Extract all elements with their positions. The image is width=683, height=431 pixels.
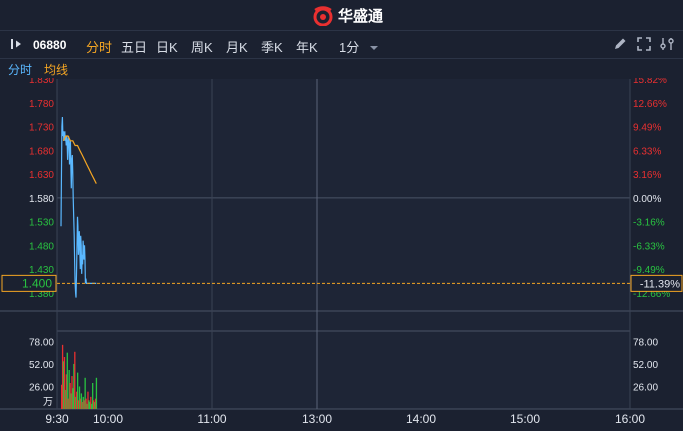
volume-tick-label: 78.00: [29, 337, 54, 348]
time-tick-label: 13:00: [302, 412, 332, 426]
brand-logo-icon: [313, 5, 333, 26]
percent-tick-label: 12.66%: [633, 99, 667, 110]
time-tick-label: 10:00: [93, 412, 123, 426]
legend-intraday: 分时: [8, 63, 33, 77]
volume-unit: 万: [43, 397, 53, 408]
quote-app: 华盛通 06880 分时 五日 日K 周K 月K 季K 年K 1分 分时 均线 …: [0, 0, 683, 431]
chevron-down-icon: [369, 46, 378, 50]
time-tick-label: 15:00: [510, 412, 540, 426]
tab-intraday[interactable]: 分时: [86, 37, 112, 56]
percent-tick-label: 3.16%: [633, 170, 661, 181]
plot-background: [57, 79, 630, 409]
volume-tick-label-right: 26.00: [633, 382, 658, 393]
intraday-chart[interactable]: 1.830 1.780 1.730 1.680 1.630 1.580 1.530 1.480…: [0, 78, 683, 431]
tab-monthly-k[interactable]: 月K: [226, 37, 248, 56]
price-tick-label: 1.430: [29, 265, 54, 276]
time-tick-label: 9:30: [45, 412, 69, 426]
percent-tick-label: -6.33%: [633, 241, 665, 252]
price-tick-label: 1.680: [29, 146, 54, 157]
percent-tick-label: -9.49%: [633, 265, 665, 276]
volume-tick-label-right: 52.00: [633, 360, 658, 371]
stock-code: 06880: [33, 38, 67, 52]
tab-weekly-k[interactable]: 周K: [191, 37, 213, 56]
tab-daily-k[interactable]: 日K: [156, 37, 178, 56]
current-price-label: 1.400: [22, 276, 52, 290]
time-tick-label: 11:00: [197, 412, 226, 426]
volume-tick-label-right: 78.00: [633, 337, 658, 348]
percent-tick-label: 9.49%: [633, 123, 661, 134]
price-tick-label: 1.630: [29, 170, 54, 181]
tab-five-day[interactable]: 五日: [121, 37, 147, 56]
legend-bar: 分时 均线: [0, 59, 683, 79]
pencil-icon[interactable]: [612, 36, 628, 52]
fullscreen-icon[interactable]: [636, 36, 652, 52]
price-tick-label: 1.830: [29, 78, 54, 86]
interval-label: 1分: [339, 40, 360, 55]
percent-tick-label: 6.33%: [633, 146, 661, 157]
price-tick-label: 1.480: [29, 241, 54, 252]
brand-name: 华盛通: [338, 8, 384, 25]
tab-yearly-k[interactable]: 年K: [296, 37, 318, 56]
tab-quarterly-k[interactable]: 季K: [261, 37, 283, 56]
current-change-label: -11.39%: [640, 278, 680, 290]
volume-bar: [95, 377, 98, 409]
toolbar: 06880 分时 五日 日K 周K 月K 季K 年K 1分: [0, 31, 683, 59]
settings-icon[interactable]: [659, 36, 675, 52]
brand: 华盛通: [312, 5, 383, 26]
panel-toggle-icon[interactable]: [8, 36, 24, 52]
price-tick-label: 1.780: [29, 99, 54, 110]
percent-tick-label: 0.00%: [633, 194, 661, 205]
price-tick-label: 1.530: [29, 218, 54, 229]
interval-dropdown[interactable]: 1分: [339, 37, 379, 56]
price-tick-label: 1.580: [29, 194, 54, 205]
percent-tick-label: -3.16%: [633, 218, 665, 229]
time-tick-label: 14:00: [406, 412, 436, 426]
volume-tick-label: 26.00: [29, 382, 54, 393]
time-tick-label: 16:00: [615, 412, 645, 426]
price-tick-label: 1.730: [29, 123, 54, 134]
volume-tick-label: 52.00: [29, 360, 54, 371]
legend-average: 均线: [44, 63, 69, 77]
top-bar: 华盛通: [0, 0, 683, 31]
percent-tick-label: 15.82%: [633, 78, 667, 86]
